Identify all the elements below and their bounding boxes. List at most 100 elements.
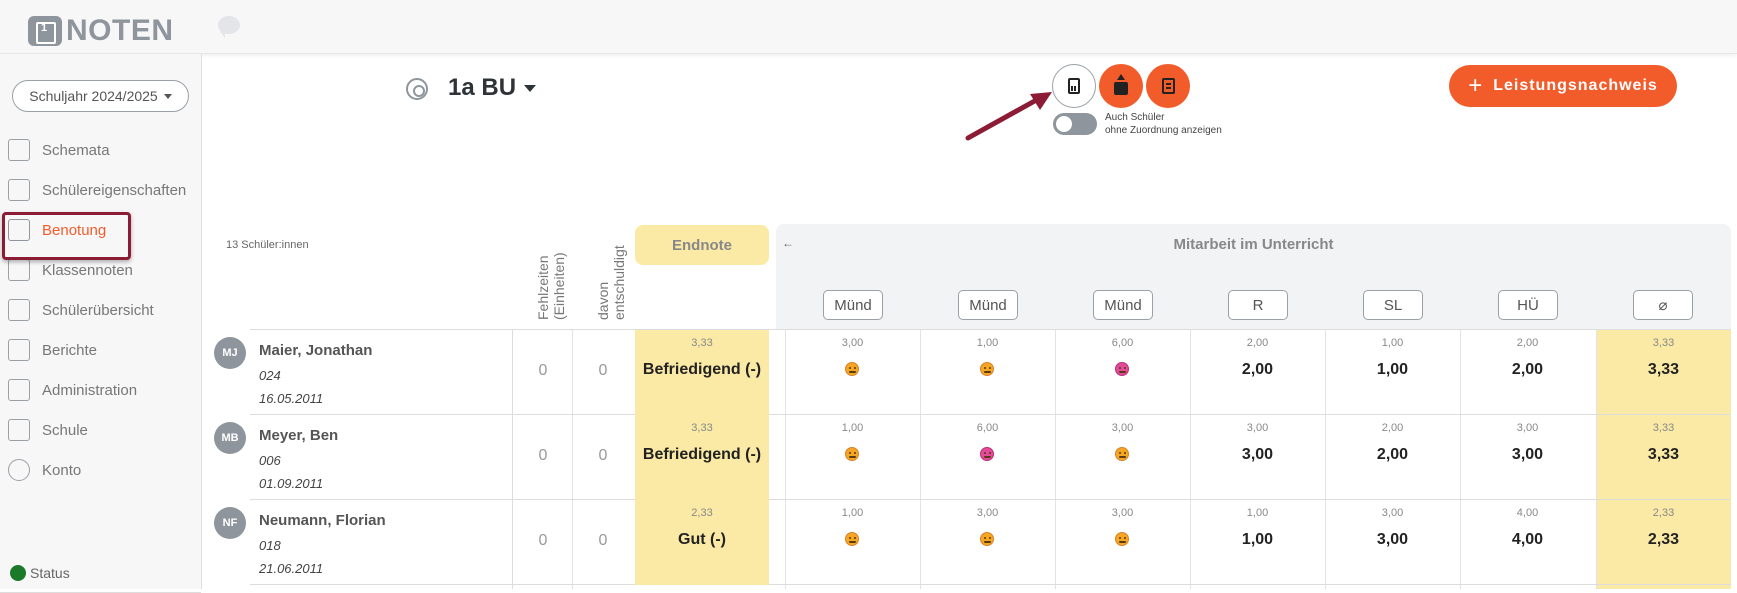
chat-icon[interactable] — [218, 16, 240, 38]
excused-value[interactable]: 0 — [573, 532, 633, 550]
grade-value-big[interactable]: 1,00 — [1190, 531, 1325, 549]
grid-line — [785, 329, 786, 589]
final-average: 3,33 — [691, 337, 713, 349]
administration-icon — [8, 379, 30, 401]
smiley-icon[interactable] — [845, 362, 859, 376]
column-chip-r[interactable]: R — [1228, 290, 1288, 320]
average-value: 3,33 — [1647, 446, 1680, 463]
row-divider — [250, 499, 1731, 500]
grade-value: 3,00 — [1381, 507, 1404, 519]
status-dot-icon — [10, 565, 26, 581]
grade-value-big[interactable]: 1,00 — [1325, 361, 1460, 379]
smiley-icon[interactable] — [1115, 447, 1129, 461]
sidebar-item-label: Schule — [42, 421, 88, 439]
final-average: 3,33 — [691, 422, 713, 434]
grade-value-big[interactable]: 3,00 — [1325, 531, 1460, 549]
student-overview-icon — [8, 299, 30, 321]
row-divider — [250, 329, 1731, 330]
app-logo[interactable]: NOTEN — [28, 14, 174, 48]
smiley-icon[interactable] — [845, 447, 859, 461]
grade-value: 6,00 — [976, 422, 999, 434]
grade-value-big[interactable]: 3,00 — [1190, 446, 1325, 464]
sidebar-item-berichte[interactable]: Berichte — [8, 332, 97, 368]
annotation-arrow — [965, 92, 1052, 141]
final-grade: Gut (-) — [678, 531, 726, 548]
grade-value: 3,00 — [1516, 422, 1539, 434]
gear-icon[interactable] — [406, 78, 428, 100]
header-absences-label: Fehlzeiten (Einheiten) — [535, 252, 567, 320]
document-button[interactable] — [1146, 64, 1190, 108]
sidebar-item-administration[interactable]: Administration — [8, 372, 137, 408]
grade-value-big[interactable]: 2,00 — [1460, 361, 1595, 379]
student-name[interactable]: Meyer, Ben — [259, 427, 338, 444]
average-value-small: 3,33 — [1652, 422, 1675, 434]
status-indicator[interactable]: Status — [10, 565, 70, 581]
smiley-icon[interactable] — [1115, 532, 1129, 546]
grade-value: 1,00 — [976, 337, 999, 349]
grade-value-big[interactable]: 2,00 — [1190, 361, 1325, 379]
grade-value: 2,00 — [1516, 337, 1539, 349]
sidebar-item-schemata[interactable]: Schemata — [8, 132, 110, 168]
sidebar-item-label: Klassennoten — [42, 261, 133, 279]
excused-value[interactable]: 0 — [573, 447, 633, 465]
smiley-icon[interactable] — [980, 532, 994, 546]
smiley-icon[interactable] — [980, 447, 994, 461]
column-chip-sl[interactable]: SL — [1363, 290, 1423, 320]
student-name[interactable]: Neumann, Florian — [259, 512, 386, 529]
header-excused-label: davon entschuldigt — [595, 245, 627, 320]
properties-icon — [8, 179, 30, 201]
top-bar: NOTEN — [0, 0, 1737, 54]
smiley-icon[interactable] — [980, 362, 994, 376]
student-number: 018 — [259, 538, 281, 553]
excused-value[interactable]: 0 — [573, 362, 633, 380]
grid-line — [1055, 329, 1056, 589]
smiley-icon[interactable] — [1115, 362, 1129, 376]
collapse-arrow-icon[interactable]: ← — [782, 236, 794, 250]
reports-icon — [8, 339, 30, 361]
grade-value: 4,00 — [1516, 507, 1539, 519]
student-birthdate: 21.06.2011 — [259, 561, 324, 576]
average-value-small: 2,33 — [1652, 507, 1675, 519]
student-number: 006 — [259, 453, 281, 468]
add-assessment-button[interactable]: + Leistungsnachweis — [1449, 65, 1677, 107]
final-grade: Befriedigend (-) — [642, 361, 762, 378]
column-chip-hue[interactable]: HÜ — [1498, 290, 1558, 320]
header-excused: davon entschuldigt — [565, 210, 627, 320]
absences-value[interactable]: 0 — [513, 362, 573, 380]
absences-value[interactable]: 0 — [513, 532, 573, 550]
sidebar-item-konto[interactable]: Konto — [8, 452, 81, 488]
column-chip-average[interactable]: ⌀ — [1633, 290, 1693, 320]
export-icon — [1114, 73, 1128, 95]
grade-value: 3,00 — [1111, 422, 1134, 434]
column-chip-muend-1[interactable]: Münd — [823, 290, 883, 320]
avatar: MB — [214, 422, 246, 454]
sidebar-item-label: Berichte — [42, 341, 98, 359]
school-year-select[interactable]: Schuljahr 2024/2025 — [12, 80, 189, 112]
toggle-label-line2: ohne Zuordnung anzeigen — [1105, 125, 1222, 136]
sidebar-item-label: Schemata — [42, 141, 110, 159]
absences-value[interactable]: 0 — [513, 447, 573, 465]
sidebar-item-label: Schülerübersicht — [42, 301, 154, 319]
export-button[interactable] — [1099, 64, 1143, 108]
grade-value: 3,00 — [976, 507, 999, 519]
column-chip-muend-3[interactable]: Münd — [1093, 290, 1153, 320]
average-value-small: 3,33 — [1652, 337, 1675, 349]
school-icon — [8, 419, 30, 441]
grid-line — [920, 329, 921, 589]
grade-value-big[interactable]: 2,00 — [1325, 446, 1460, 464]
sidebar-item-schueleruebersicht[interactable]: Schülerübersicht — [8, 292, 154, 328]
avatar: MJ — [214, 337, 246, 369]
grade-value-big[interactable]: 4,00 — [1460, 531, 1595, 549]
class-select[interactable]: 1a BU — [448, 74, 537, 102]
grade-value-big[interactable]: 3,00 — [1460, 446, 1595, 464]
student-number: 024 — [259, 368, 281, 383]
grade-value: 2,00 — [1246, 337, 1269, 349]
school-year-value: Schuljahr 2024/2025 — [29, 88, 158, 104]
header-final-grade[interactable]: Endnote — [635, 225, 769, 265]
student-name[interactable]: Maier, Jonathan — [259, 342, 372, 359]
smiley-icon[interactable] — [845, 532, 859, 546]
sidebar-item-schule[interactable]: Schule — [8, 412, 88, 448]
sidebar-item-schuelereigenschaften[interactable]: Schülereigenschaften — [8, 172, 186, 208]
sidebar-item-label: Konto — [42, 461, 82, 479]
column-chip-muend-2[interactable]: Münd — [958, 290, 1018, 320]
